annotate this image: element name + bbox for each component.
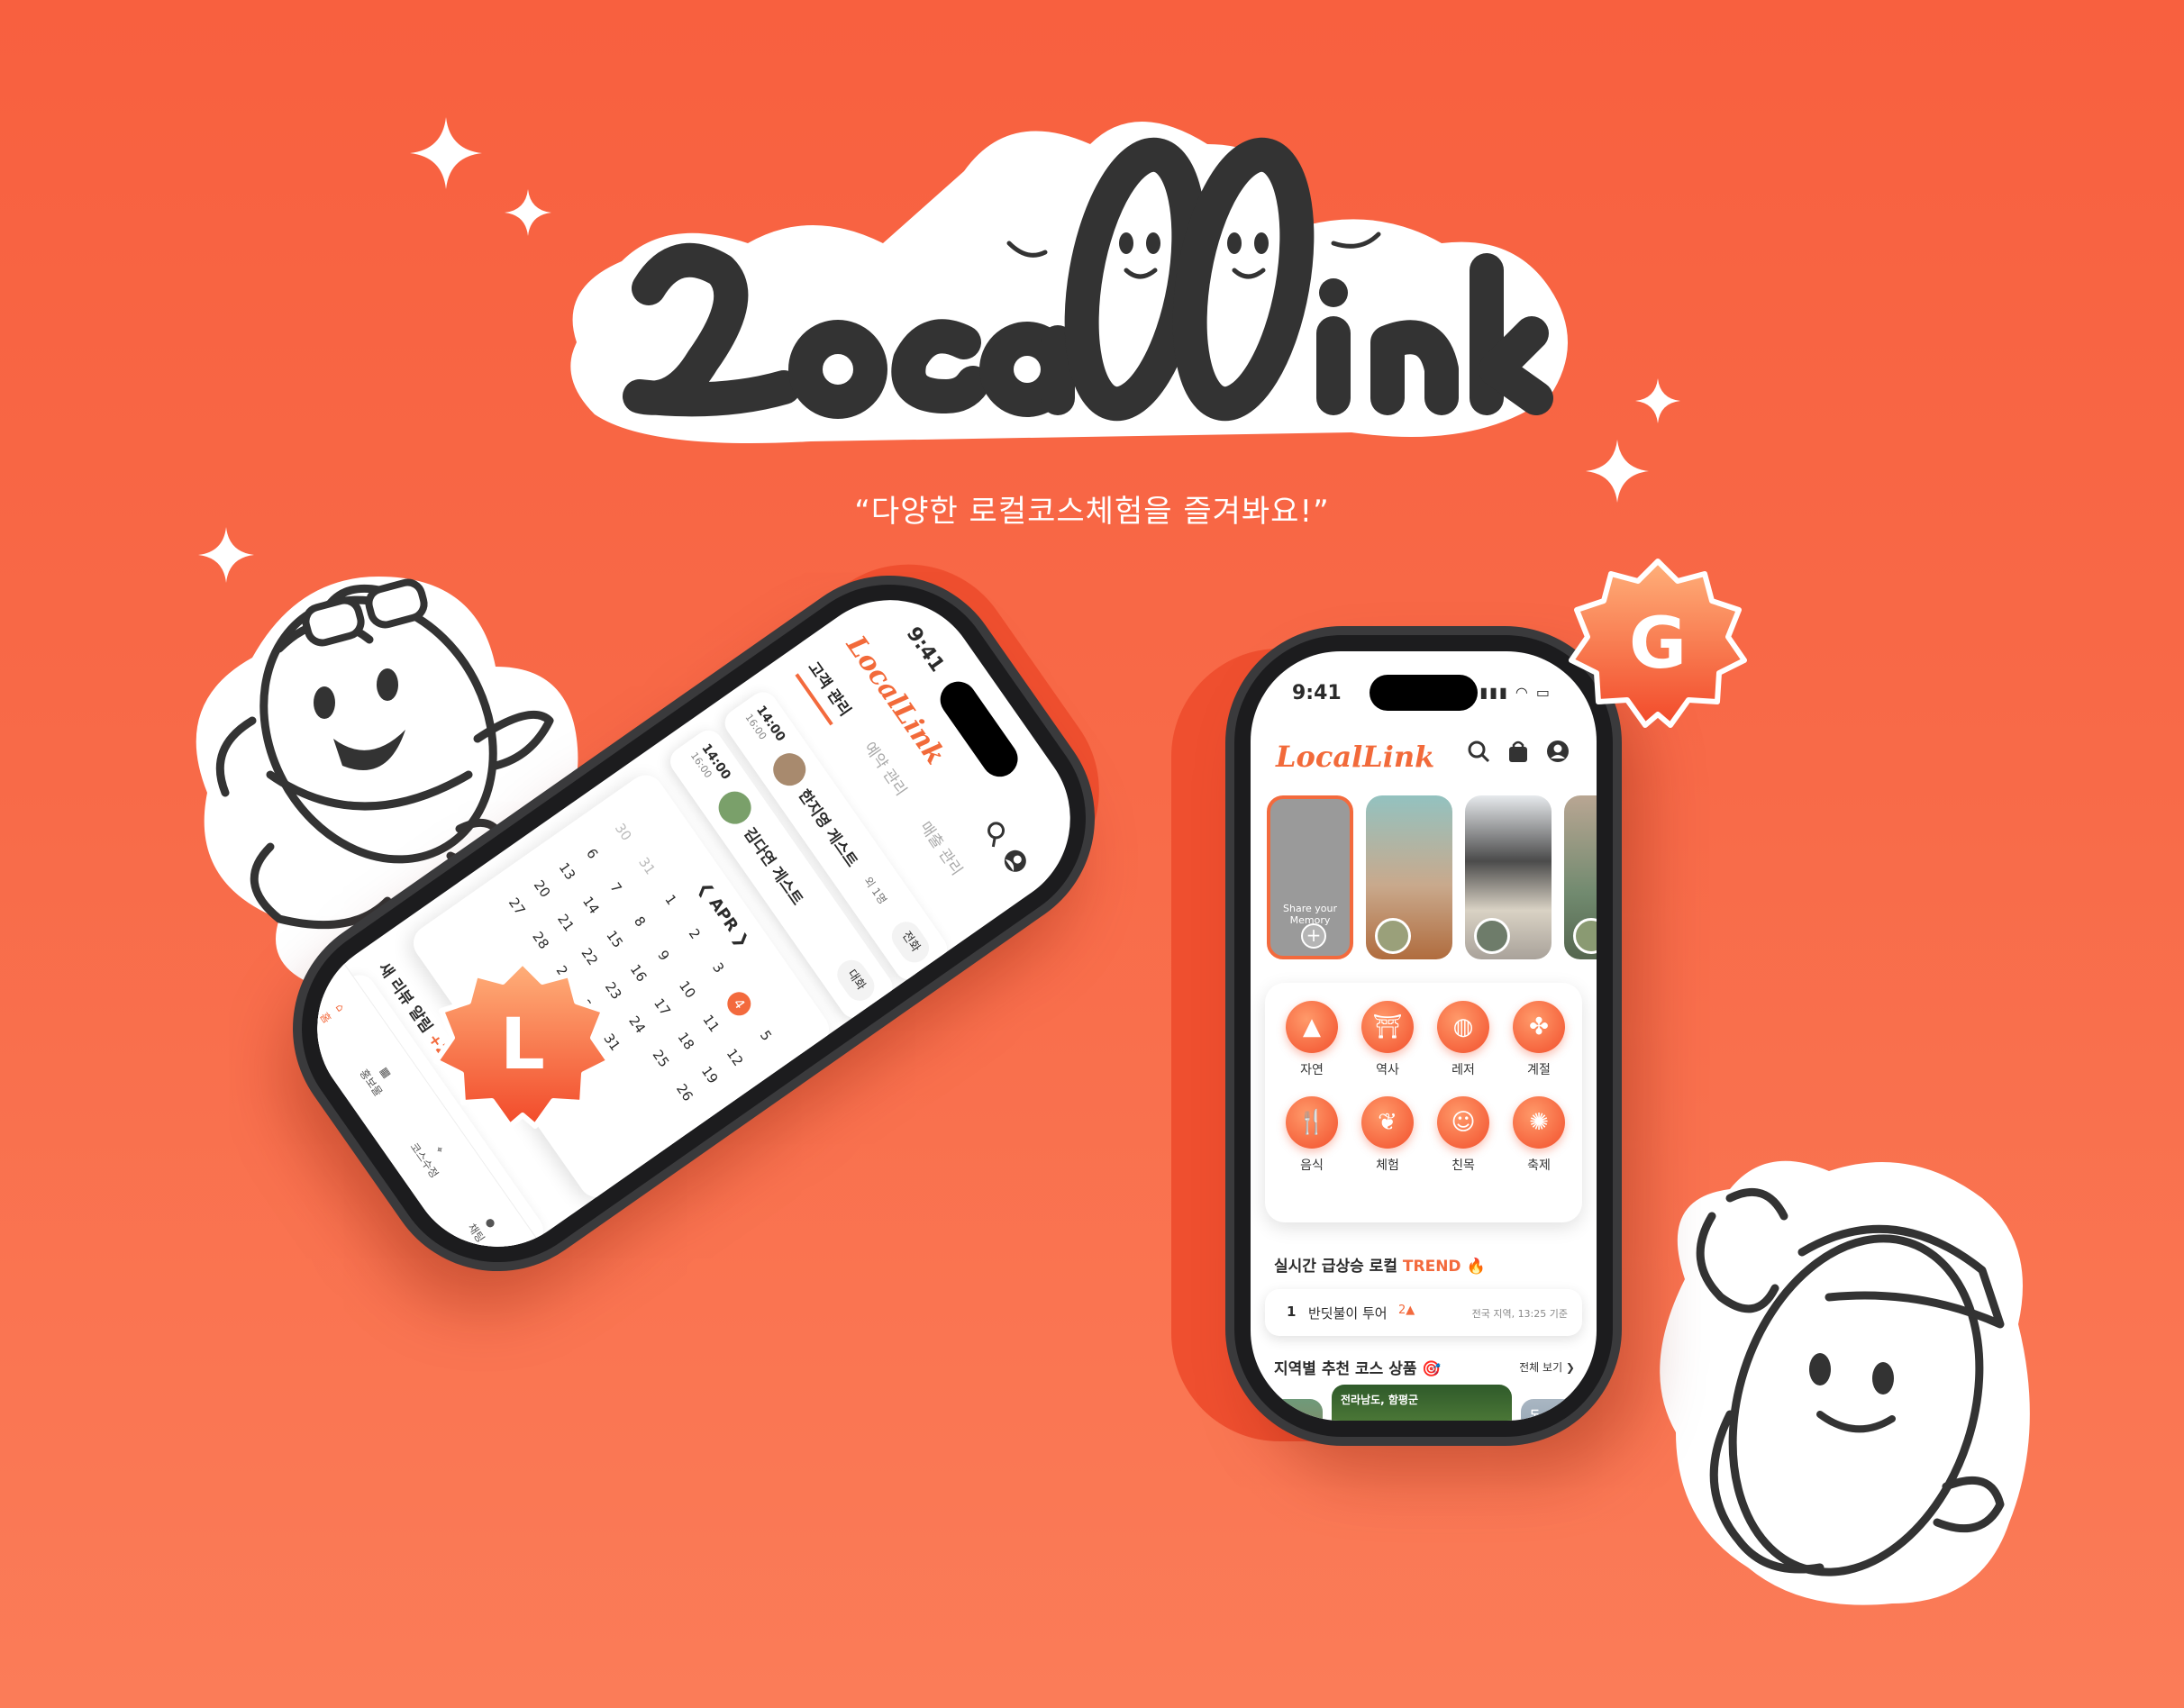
search-icon[interactable]: [977, 817, 1012, 852]
shrimp-icon: ❦: [1361, 1096, 1414, 1149]
badge-l: L: [432, 955, 613, 1135]
status-time: 9:41: [901, 622, 949, 677]
chat-icon: ☺: [1437, 1096, 1489, 1149]
schedule-time: 14:00 16:00: [687, 740, 733, 783]
mountain-icon: ▲: [1286, 1001, 1338, 1053]
region-carousel: 전라남도, 함평군 도, 인제군: [1251, 1385, 1597, 1421]
guest-count: 외 1명: [861, 874, 889, 907]
category-season[interactable]: ✤ 계절: [1501, 1001, 1577, 1078]
chat-bubble-icon: ●: [483, 1214, 499, 1231]
badge-letter: L: [500, 1004, 545, 1086]
story-item[interactable]: [1465, 795, 1552, 959]
call-button[interactable]: 전화: [886, 916, 935, 968]
calendar-day[interactable]: 4: [723, 987, 756, 1021]
calendar-day[interactable]: 5: [742, 1014, 785, 1062]
region-title: 지역별 추천 코스 상품 🎯: [1274, 1360, 1442, 1378]
story-add-label: Share your Memory: [1283, 903, 1337, 926]
category-nature[interactable]: ▲ 자연: [1274, 1001, 1350, 1078]
category-card: ▲ 자연 ⛩ 역사 ◍ 레저 ✤ 계절 🍴 음식 ❦ 체험 ☺ 친목 ✺ 축제: [1265, 983, 1582, 1222]
bag-icon[interactable]: [1505, 738, 1532, 765]
category-leisure[interactable]: ◍ 레저: [1425, 1001, 1501, 1078]
mascot-cap-illustration: [1660, 1160, 2030, 1605]
badge-letter: G: [1628, 604, 1688, 685]
sparkle-icon: [1635, 378, 1680, 423]
dynamic-island: [1370, 675, 1478, 711]
grid-icon: ▦: [378, 1064, 395, 1081]
calendar-day[interactable]: 19: [691, 1053, 728, 1096]
status-icons: ▮▮▮ ◠ ▭: [1479, 684, 1552, 701]
trend-title: 실시간 급상승 로컬 TREND 🔥: [1274, 1258, 1486, 1276]
region-card[interactable]: [1251, 1399, 1323, 1421]
header-icons: [977, 817, 1032, 880]
app-logo[interactable]: LocalLink: [1276, 740, 1434, 774]
calendar-day[interactable]: 12: [716, 1036, 753, 1079]
category-food[interactable]: 🍴 음식: [1274, 1096, 1350, 1174]
tab-reservation[interactable]: 예약 관리: [851, 736, 914, 805]
avatar: [712, 785, 758, 831]
region-card-label: 도, 인제군: [1530, 1408, 1578, 1421]
utensils-icon: 🍴: [1286, 1096, 1338, 1149]
avatar: [767, 747, 813, 793]
nav-course-edit[interactable]: ⌖ 코스수정: [407, 1130, 457, 1181]
category-social[interactable]: ☺ 친목: [1425, 1096, 1501, 1174]
avatar: [1573, 918, 1597, 954]
trend-title-accent: TREND 🔥: [1402, 1258, 1486, 1276]
region-card-label: 전라남도, 함평군: [1341, 1394, 1419, 1406]
tagline: “다양한 로컬코스체험을 즐겨봐요!”: [854, 494, 1330, 530]
status-time: 9:41: [1292, 682, 1342, 704]
profile-icon[interactable]: [996, 845, 1031, 880]
category-festival[interactable]: ✺ 축제: [1501, 1096, 1577, 1174]
nav-promo[interactable]: ▦ 홍보물: [357, 1057, 400, 1099]
palace-icon: ⛩: [1361, 1001, 1414, 1053]
trend-row[interactable]: 1 반딧불이 투어 2▲ 전국 지역, 13:25 기준: [1265, 1289, 1582, 1336]
home-screen: 9:41 ▮▮▮ ◠ ▭ LocalLink Share your Memory…: [1251, 651, 1597, 1421]
locallink-logo: [570, 122, 1569, 443]
dynamic-island: [933, 674, 1025, 785]
trend-change: 2▲: [1398, 1304, 1415, 1317]
header-icons: [1465, 738, 1571, 765]
phone-home-screen: 9:41 ▮▮▮ ◠ ▭ LocalLink Share your Memory…: [1234, 635, 1613, 1437]
tab-sales[interactable]: 매출 관리: [907, 816, 969, 886]
search-icon[interactable]: [1465, 738, 1492, 765]
guest-name: 김다연 게스트: [740, 824, 806, 909]
nav-home[interactable]: ⌂ 홈: [317, 1000, 349, 1026]
profile-icon[interactable]: [1544, 738, 1571, 765]
firework-icon: ✺: [1513, 1096, 1565, 1149]
category-grid: ▲ 자연 ⛩ 역사 ◍ 레저 ✤ 계절 🍴 음식 ❦ 체험 ☺ 친목 ✺ 축제: [1274, 1001, 1577, 1174]
avatar: [1474, 918, 1510, 954]
story-add-memory[interactable]: Share your Memory +: [1267, 795, 1353, 959]
region-card[interactable]: 도, 인제군: [1521, 1399, 1597, 1421]
trend-rank: 1: [1287, 1304, 1297, 1320]
snorkel-icon: ◍: [1437, 1001, 1489, 1053]
region-see-all-link[interactable]: 전체 보기 ❯: [1519, 1359, 1575, 1375]
story-item[interactable]: [1564, 795, 1597, 959]
category-experience[interactable]: ❦ 체험: [1350, 1096, 1425, 1174]
calendar-day[interactable]: 26: [666, 1071, 703, 1114]
chat-button[interactable]: 대화: [832, 954, 880, 1007]
avatar: [1375, 918, 1411, 954]
schedule-time: 14:00 16:00: [742, 703, 788, 745]
trend-meta: 전국 지역, 13:25 기준: [1471, 1308, 1568, 1320]
tab-customer[interactable]: 고객 관리: [795, 656, 859, 726]
story-carousel: Share your Memory +: [1267, 795, 1597, 959]
category-history[interactable]: ⛩ 역사: [1350, 1001, 1425, 1078]
home-icon: ⌂: [332, 1001, 348, 1014]
sparkle-icon: [505, 189, 551, 236]
calendar-day: [641, 1088, 678, 1131]
region-card-featured[interactable]: 전라남도, 함평군: [1332, 1385, 1512, 1421]
trend-name: 반딧불이 투어: [1308, 1305, 1388, 1322]
plus-icon[interactable]: +: [1301, 923, 1326, 949]
nav-chat[interactable]: ● 채팅: [465, 1211, 502, 1245]
story-item[interactable]: [1366, 795, 1452, 959]
sparkle-icon: [410, 117, 482, 189]
maple-leaf-icon: ✤: [1513, 1001, 1565, 1053]
badge-g: G: [1568, 554, 1748, 734]
pin-icon: ⌖: [432, 1143, 448, 1156]
